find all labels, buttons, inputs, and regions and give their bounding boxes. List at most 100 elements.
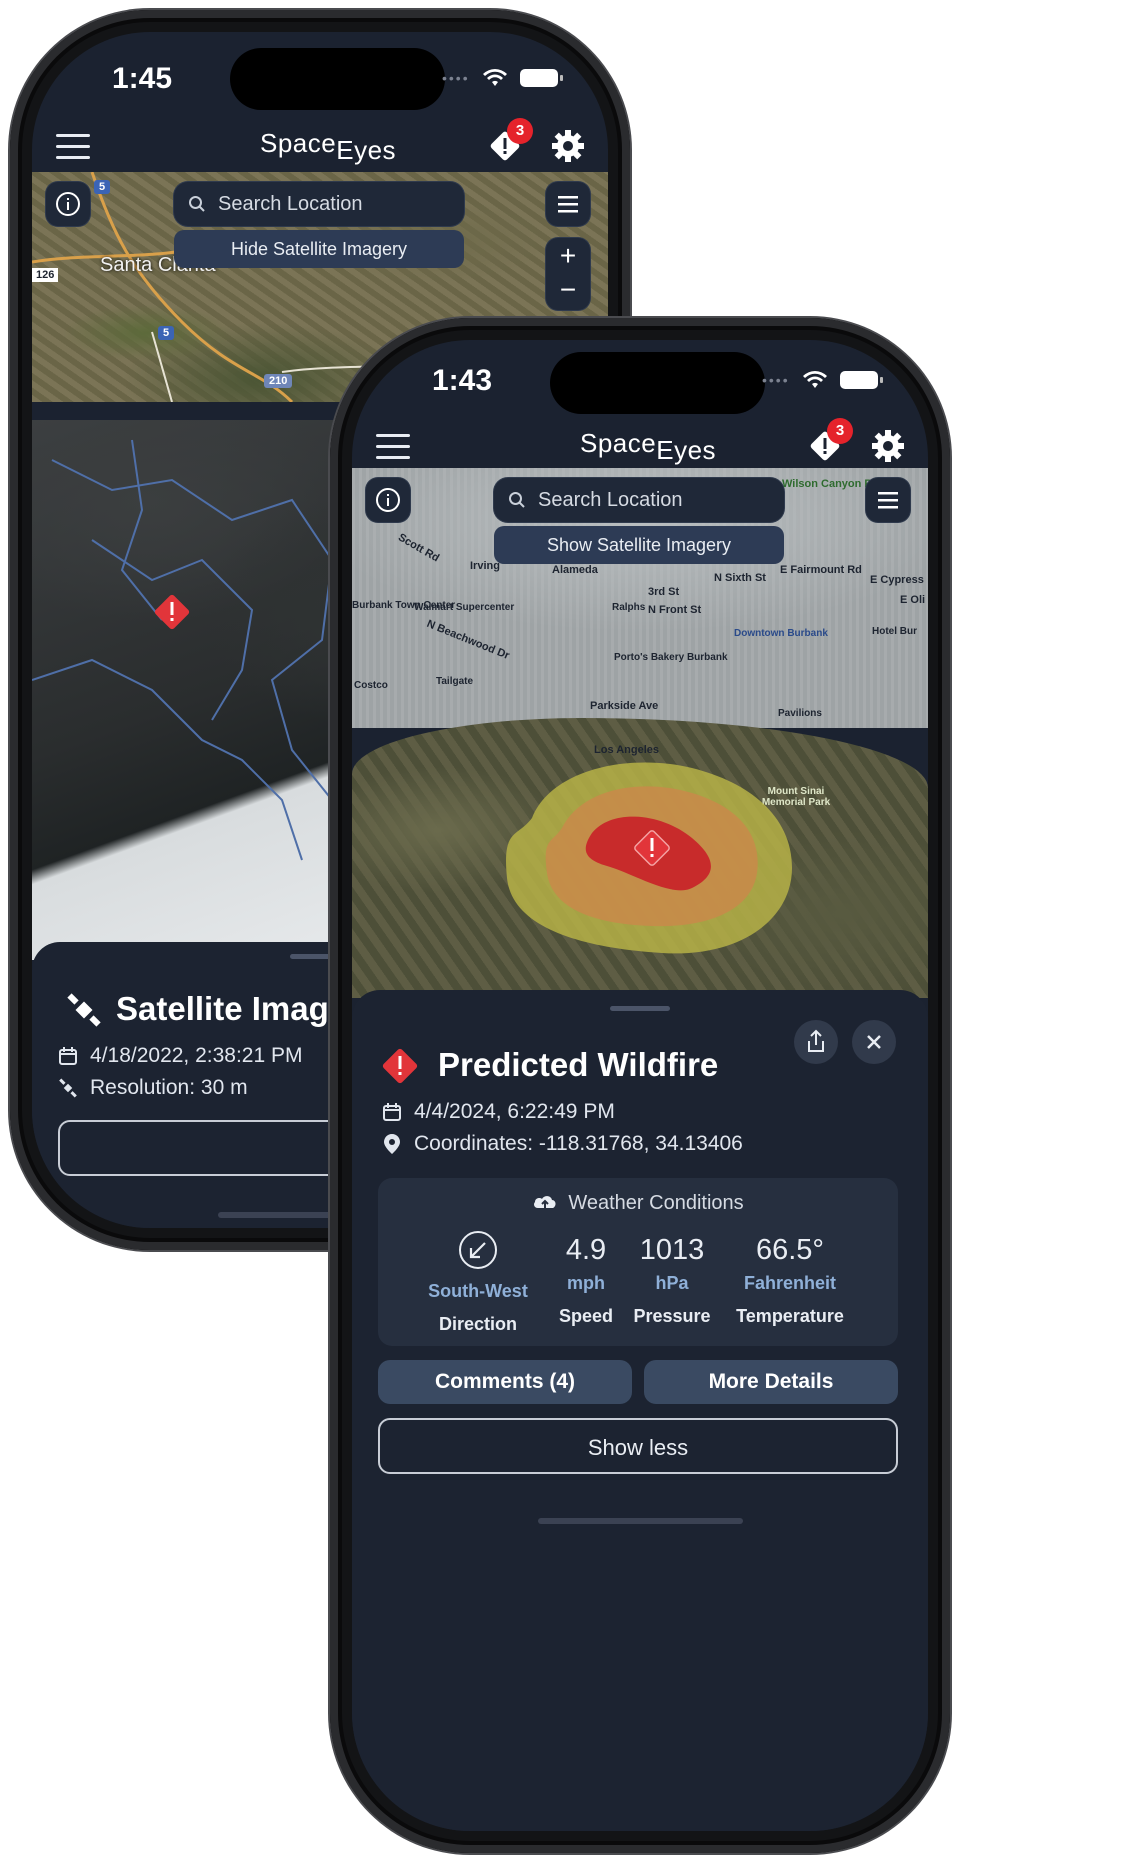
- pressure-unit: hPa: [655, 1273, 689, 1293]
- speed-unit: mph: [567, 1273, 605, 1293]
- direction-label: Direction: [438, 1314, 517, 1334]
- map-label: Alameda: [552, 564, 598, 576]
- map-label: E Oli: [900, 594, 926, 606]
- date-row: 4/18/2022, 2:38:21 PM: [58, 1044, 303, 1068]
- weather-panel: Weather Conditions South-West Direction …: [378, 1178, 898, 1346]
- home-indicator: [538, 1518, 743, 1524]
- close-button[interactable]: [852, 1020, 896, 1064]
- highway-shield: 5: [158, 326, 175, 340]
- battery-icon: [839, 371, 883, 389]
- map-label: E Cypress: [870, 574, 924, 586]
- alerts-button[interactable]: 3: [487, 118, 533, 168]
- details-sheet: Predicted Wildfire 4/4/2024, 6:22:49 PM …: [352, 990, 928, 1831]
- calendar-icon: [383, 1103, 401, 1121]
- layers-menu-icon: [878, 492, 898, 509]
- hamburger-icon[interactable]: [376, 434, 410, 460]
- app-brand: SpaceEyes: [260, 128, 397, 165]
- sheet-title: Satellite Imag: [116, 990, 329, 1027]
- temperature-unit: Fahrenheit: [743, 1273, 836, 1293]
- sheet-date: 4/4/2024, 6:22:49 PM: [414, 1100, 615, 1123]
- sheet-handle[interactable]: [610, 1006, 670, 1011]
- sheet-title: Predicted Wildfire: [438, 1046, 719, 1083]
- hide-imagery-button[interactable]: Hide Satellite Imagery: [174, 230, 464, 268]
- pressure-label: Pressure: [633, 1306, 711, 1326]
- resolution-row: Resolution: 30 m: [58, 1076, 248, 1100]
- highway-shield: 210: [264, 374, 293, 388]
- temperature-label: Temperature: [736, 1306, 844, 1326]
- gear-icon[interactable]: [872, 430, 904, 462]
- more-details-button[interactable]: More Details: [644, 1360, 898, 1404]
- info-icon: [376, 488, 400, 512]
- map-label: Hotel Bur: [872, 626, 917, 637]
- map-label: Downtown Burbank: [734, 628, 828, 639]
- front-phone-screen: 1:43 •••• SpaceEyes 3 Wilson Canyon Park…: [352, 340, 928, 1831]
- signal-dots-icon: ••••: [442, 70, 470, 86]
- alerts-button[interactable]: 3: [807, 418, 853, 468]
- search-input[interactable]: Search Location: [174, 182, 464, 226]
- wildfire-marker-icon[interactable]: [150, 590, 194, 634]
- search-input[interactable]: Search Location: [494, 478, 784, 522]
- temperature-column: 66.5° Fahrenheit Temperature: [726, 1234, 854, 1327]
- signal-dots-icon: ••••: [762, 372, 790, 388]
- speed-value: 4.9: [565, 1234, 607, 1266]
- speed-label: Speed: [558, 1306, 614, 1326]
- zoom-out-button[interactable]: −: [546, 274, 590, 306]
- map-label: 3rd St: [648, 586, 680, 598]
- wifi-icon: [482, 69, 507, 86]
- share-icon: [808, 1029, 824, 1052]
- dynamic-island: [550, 352, 765, 414]
- direction-column: South-West Direction: [414, 1230, 542, 1335]
- app-brand: SpaceEyes: [580, 428, 717, 465]
- coordinates-row: Coordinates: -118.31768, 34.13406: [382, 1132, 743, 1156]
- cloud-icon: [534, 1196, 556, 1209]
- info-button[interactable]: [366, 478, 410, 522]
- map-label: Ralphs: [612, 602, 646, 613]
- map-label: E Fairmount Rd: [780, 564, 862, 576]
- satellite-icon: [67, 993, 101, 1027]
- zoom-control: + −: [546, 238, 590, 310]
- sheet-resolution: Resolution: 30 m: [90, 1076, 248, 1099]
- location-pin-icon: [384, 1134, 400, 1154]
- wind-direction-icon: [459, 1231, 497, 1269]
- layers-menu-button[interactable]: [866, 478, 910, 522]
- status-icons: ••••: [762, 370, 883, 390]
- show-less-button[interactable]: Show less: [378, 1418, 898, 1474]
- wifi-icon: [802, 371, 827, 388]
- layers-menu-button[interactable]: [546, 182, 590, 226]
- status-time: 1:45: [112, 62, 173, 95]
- wildfire-map[interactable]: Wilson Canyon Park Scott Rd Irving Alame…: [352, 468, 928, 998]
- map-label: Pavilions: [778, 708, 822, 719]
- alert-count-badge: 3: [827, 418, 853, 444]
- share-button[interactable]: [794, 1020, 838, 1064]
- zoom-in-button[interactable]: +: [546, 240, 590, 272]
- date-row: 4/4/2024, 6:22:49 PM: [382, 1100, 615, 1124]
- sheet-coordinates: Coordinates: -118.31768, 34.13406: [414, 1132, 743, 1155]
- pressure-column: 1013 hPa Pressure: [626, 1234, 718, 1327]
- sheet-date: 4/18/2022, 2:38:21 PM: [90, 1044, 303, 1067]
- highway-shield: 126: [32, 268, 59, 282]
- weather-header-text: Weather Conditions: [568, 1192, 744, 1214]
- front-phone: 1:43 •••• SpaceEyes 3 Wilson Canyon Park…: [330, 318, 950, 1853]
- comments-button[interactable]: Comments (4): [378, 1360, 632, 1404]
- highway-shield: 5: [94, 180, 111, 194]
- temperature-value: 66.5°: [755, 1234, 825, 1266]
- map-label: Tailgate: [436, 676, 474, 687]
- speed-column: 4.9 mph Speed: [546, 1234, 626, 1327]
- status-time: 1:43: [432, 364, 493, 397]
- status-icons: ••••: [442, 68, 563, 88]
- map-label: Parkside Ave: [590, 700, 659, 712]
- map-label: N Sixth St: [714, 572, 766, 584]
- map-label: Porto's Bakery Burbank: [614, 652, 728, 663]
- show-imagery-button[interactable]: Show Satellite Imagery: [494, 526, 784, 564]
- info-button[interactable]: [46, 182, 90, 226]
- wildfire-alert-icon: [382, 1048, 418, 1084]
- wildfire-marker-icon[interactable]: [630, 826, 674, 870]
- calendar-icon: [59, 1047, 77, 1065]
- map-label: Burbank Town Center: [352, 600, 456, 611]
- map-label: N Front St: [648, 604, 702, 616]
- search-icon: [189, 196, 205, 212]
- hamburger-icon[interactable]: [56, 134, 90, 160]
- alert-count-badge: 3: [507, 118, 533, 144]
- dynamic-island: [230, 48, 445, 110]
- gear-icon[interactable]: [552, 130, 584, 162]
